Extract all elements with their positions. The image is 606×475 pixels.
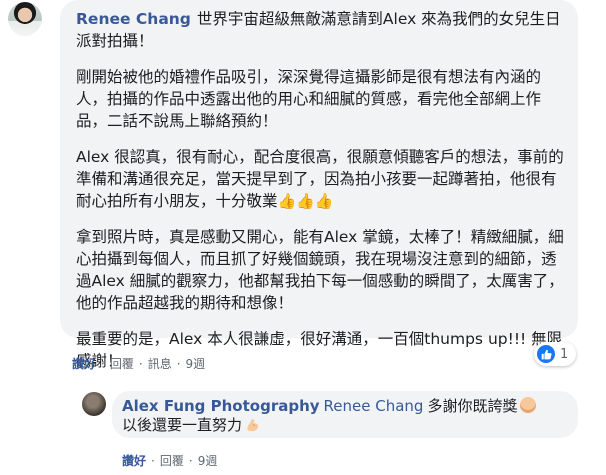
like-button[interactable]: 讚好 (122, 452, 146, 469)
separator-dot: · (101, 356, 105, 371)
reply-author[interactable]: Alex Fung Photography (122, 397, 320, 415)
separator-dot: · (188, 453, 193, 468)
like-reaction-icon (537, 345, 555, 363)
comment-bubble: Renee Chang 世界宇宙超級無敵滿意請到Alex 來為我們的女兒生日派對拍… (60, 0, 578, 370)
reply-avatar[interactable] (82, 392, 106, 416)
reaction-count-badge[interactable]: 1 (534, 342, 577, 366)
thumbs-up-icon: 👍👍👍 (277, 192, 334, 210)
flexed-biceps-icon (247, 419, 259, 432)
timestamp[interactable]: 9週 (186, 355, 206, 372)
like-button[interactable]: 讚好 (72, 355, 96, 372)
reply-line: 以後還要一直努力 (122, 416, 566, 435)
separator-dot: · (176, 356, 181, 371)
separator-dot: · (138, 356, 143, 371)
separator-dot: · (151, 453, 155, 468)
comment-paragraph: 剛開始被他的婚禮作品吸引，深深覺得這攝影師是很有想法有內涵的人，拍攝的作品中透露… (76, 68, 542, 130)
reply-line: Alex Fung Photography Renee Chang 多謝你既誇獎 (122, 397, 566, 416)
bowing-face-icon (520, 397, 537, 413)
reply-actions: 讚好 · 回覆 · 9週 (122, 452, 217, 469)
reaction-count: 1 (560, 346, 569, 362)
reply-mention[interactable]: Renee Chang (324, 397, 424, 415)
timestamp[interactable]: 9週 (198, 452, 218, 469)
reply-button[interactable]: 回覆 (110, 355, 134, 372)
avatar[interactable] (8, 2, 42, 36)
comment-author[interactable]: Renee Chang (76, 10, 191, 28)
comment-actions: 讚好 · 回覆 · 訊息 · 9週 (72, 355, 205, 372)
comment-paragraph: Alex 很認真，很有耐心，配合度很高，很願意傾聽客戶的想法，事前的準備和溝通很… (76, 148, 564, 210)
comment-paragraph: Renee Chang 世界宇宙超級無敵滿意請到Alex 來為我們的女兒生日派對拍… (76, 10, 561, 50)
message-button[interactable]: 訊息 (148, 355, 172, 372)
reply-button[interactable]: 回覆 (160, 452, 184, 469)
reply-bubble: Alex Fung Photography Renee Chang 多謝你既誇獎 以… (112, 391, 578, 438)
comment-paragraph: 拿到照片時，真是感動又開心，能有Alex 掌鏡，太棒了！精緻細膩，細心拍攝到每個… (76, 228, 564, 312)
